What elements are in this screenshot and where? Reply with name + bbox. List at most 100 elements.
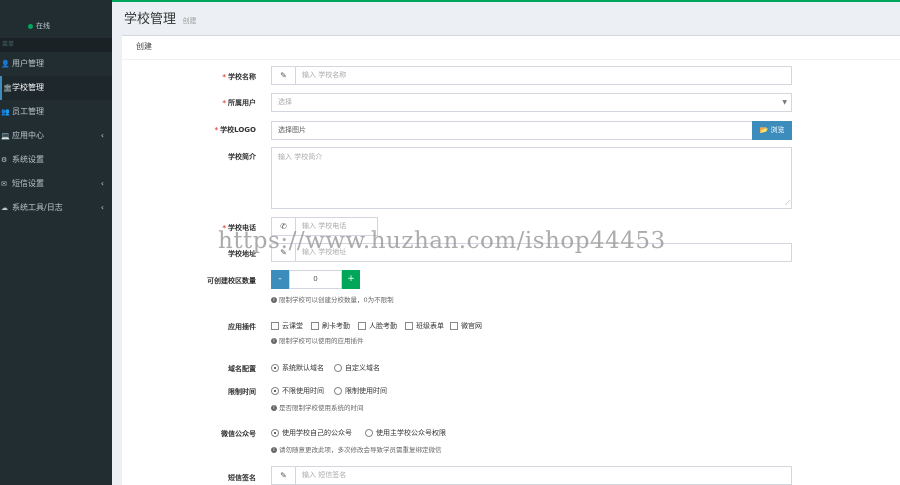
intro-textarea[interactable]: 输入 学校简介 ⟋ [271,147,792,209]
sidebar-item[interactable]: 💻 应用中心 ‹ [0,124,112,148]
plugin-checkbox[interactable]: 云课堂 [271,321,303,331]
wechat-label: 微信公众号 [221,429,256,439]
logo-label: * 学校LOGO [214,125,256,135]
page-subtitle: 创建 [182,17,197,25]
sidebar-item-label: 用户管理 [12,59,44,68]
sidebar-item[interactable]: ⚙ 系统设置 [0,148,112,172]
menu-header: 菜单 [0,38,112,52]
chevron-left-icon: ‹ [100,179,104,188]
folder-open-icon: 📂 [759,126,769,134]
plugins-label: 应用插件 [228,322,256,332]
time-limit-radio[interactable]: 不限使用时间 [271,386,324,396]
campus-count-help-text: 限制学校可以创建分校数量，0为不限制 [279,296,394,304]
sidebar-item[interactable]: 👤 用户管理 [0,52,112,76]
info-icon: i [271,405,277,411]
owner-select[interactable]: 选择 ▼ [271,93,792,112]
wechat-radio[interactable]: 使用学校自己的公众号 [271,428,352,438]
domain-label-text: 域名配置 [228,365,256,373]
sidebar-item-label: 应用中心 [12,131,44,140]
radio-button[interactable] [334,364,342,372]
sidebar-item[interactable]: 🏛 学校管理 [0,76,112,100]
radio-button[interactable] [365,429,373,437]
required-mark: * [214,126,219,134]
wechat-radio[interactable]: 使用主学校公众号权限 [365,428,446,438]
campus-count-label-text: 可创建校区数量 [207,277,256,285]
info-icon: i [271,447,277,453]
users-icon: 👥 [1,108,10,116]
checkbox[interactable] [358,322,366,330]
increment-button[interactable]: + [342,270,360,289]
radio-label: 使用学校自己的公众号 [282,429,352,437]
sidebar-item[interactable]: 👥 员工管理 [0,100,112,124]
sidebar: 在线 菜单 👤 用户管理 🏛 学校管理 👥 员工管理 💻 应用中心 ‹ ⚙ 系统设置 ✉ 短信设置 ‹ ☁ 系… [0,0,112,485]
chevron-left-icon: ‹ [100,131,104,140]
browse-button[interactable]: 📂 浏览 [752,121,792,140]
time-limit-radio[interactable]: 限制使用时间 [334,386,387,396]
plugin-checkbox[interactable]: 微官网 [450,321,482,331]
plugin-checkbox[interactable]: 班级表单 [405,321,444,331]
sidebar-item-label: 短信设置 [12,179,44,188]
box-title: 创建 [122,36,900,60]
pencil-icon: ✎ [272,467,296,484]
logo-label-text: 学校LOGO [220,126,256,134]
checkbox[interactable] [271,322,279,330]
domain-radio[interactable]: 自定义域名 [334,363,380,373]
form-box: 创建 * 学校名称 ✎ 输入 学校名称 * 所属用户 选择 ▼ * 学校LOGO 选择… [122,35,900,485]
bank-icon: 🏛 [3,84,12,92]
plugin-checkbox-label: 人脸考勤 [369,322,397,330]
radio-label: 系统默认域名 [282,364,324,372]
radio-button[interactable] [334,387,342,395]
user-icon: 👤 [1,60,10,68]
radio-label: 自定义域名 [345,364,380,372]
plugins-help: i 限制学校可以使用的应用插件 [271,335,364,345]
plugin-checkbox[interactable]: 刷卡考勤 [311,321,350,331]
decrement-button[interactable]: - [271,270,289,289]
sidebar-item-label: 学校管理 [12,83,44,92]
message-icon: ✉ [1,180,7,188]
chevron-down-icon: ▼ [782,99,787,106]
school-name-label: * 学校名称 [222,72,256,82]
wechat-label-text: 微信公众号 [221,430,256,438]
plugin-checkbox-label: 班级表单 [416,322,444,330]
radio-button[interactable] [271,387,279,395]
sms-sign-field[interactable]: ✎ 输入 短信签名 [271,466,792,485]
domain-radio[interactable]: 系统默认域名 [271,363,324,373]
online-dot-icon [28,23,33,29]
logo-field[interactable]: 选择图片 [271,121,753,140]
sms-sign-input[interactable]: 输入 短信签名 [302,467,346,484]
radio-button[interactable] [271,429,279,437]
radio-button[interactable] [271,364,279,372]
checkbox[interactable] [450,322,458,330]
owner-label-text: 所属用户 [228,99,256,107]
time-limit-label-text: 限制时间 [228,388,256,396]
chevron-left-icon: ‹ [100,203,104,212]
pencil-icon: ✎ [272,67,296,84]
checkbox[interactable] [311,322,319,330]
plugin-checkbox[interactable]: 人脸考勤 [358,321,397,331]
intro-placeholder: 输入 学校简介 [278,153,323,161]
online-status-text: 在线 [36,22,50,30]
resize-handle-icon[interactable]: ⟋ [785,199,790,208]
school-name-input[interactable]: 输入 学校名称 [302,67,346,84]
cloud-icon: ☁ [1,204,8,212]
logo-field-value: 选择图片 [278,126,306,134]
wechat-help-text: 请勿随意更改此项，多次修改会导致学员需重复绑定微信 [279,446,442,454]
radio-label: 不限使用时间 [282,387,324,395]
sidebar-item[interactable]: ✉ 短信设置 ‹ [0,172,112,196]
school-name-field[interactable]: ✎ 输入 学校名称 [271,66,792,85]
sidebar-item[interactable]: ☁ 系统工具/日志 ‹ [0,196,112,220]
plugin-checkbox-label: 刷卡考勤 [322,322,350,330]
campus-count-help: i 限制学校可以创建分校数量，0为不限制 [271,294,394,304]
online-status: 在线 [28,21,50,31]
time-limit-help-text: 是否限制学校使用系统的时间 [279,404,364,412]
checkbox[interactable] [405,322,413,330]
page-header: 学校管理 创建 [124,8,197,27]
campus-count-input[interactable]: 0 [289,270,342,289]
sidebar-item-label: 员工管理 [12,107,44,116]
sms-sign-label: 短信签名 [228,473,256,483]
domain-label: 域名配置 [228,364,256,374]
radio-label: 使用主学校公众号权限 [376,429,446,437]
info-icon: i [271,297,277,303]
laptop-icon: 💻 [1,132,10,140]
browse-button-label: 浏览 [770,126,785,134]
